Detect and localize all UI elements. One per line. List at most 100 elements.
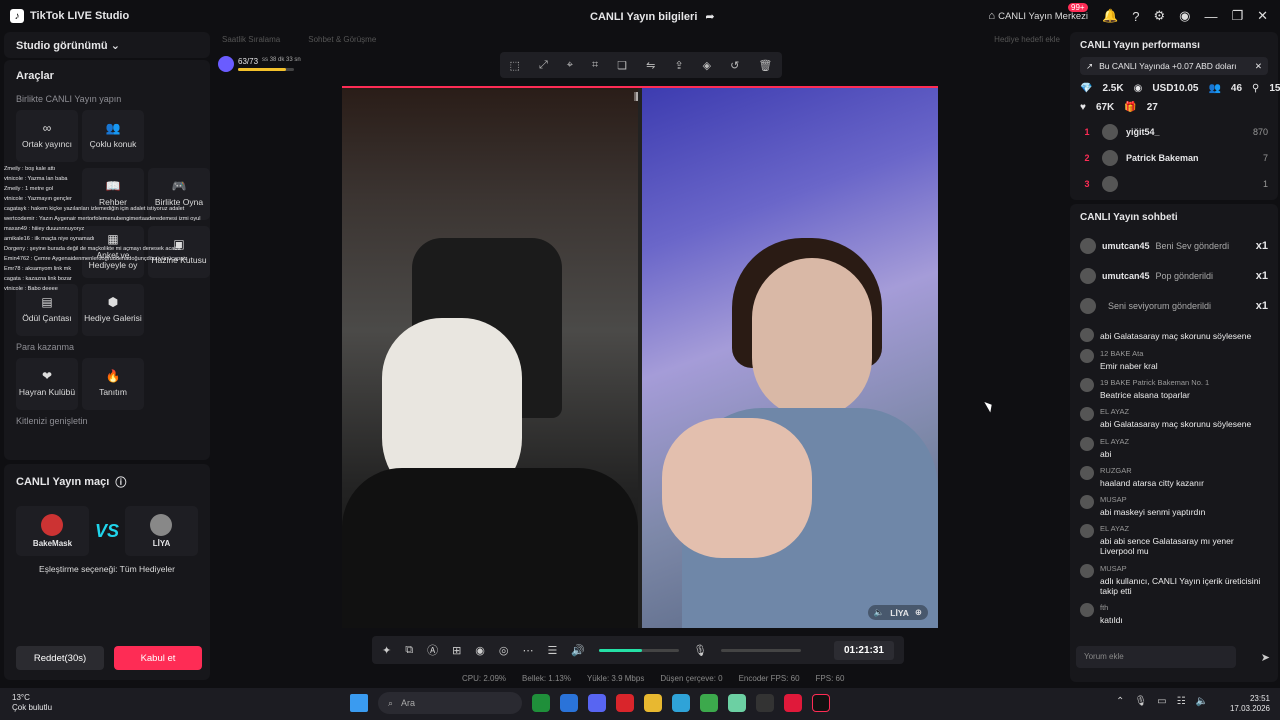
stat-diamonds: 2.5K: [1102, 83, 1124, 94]
select-icon[interactable]: ⬚: [510, 59, 520, 72]
rank-score: 870: [1252, 127, 1268, 137]
chrome-icon[interactable]: [700, 694, 718, 712]
microphone-icon[interactable]: 🎙: [1134, 696, 1147, 707]
message-list: abi Galatasaray maç skorunu söylesene 12…: [1080, 328, 1268, 625]
audio-mixer-icon[interactable]: ☰: [548, 644, 558, 657]
mic-slider[interactable]: [721, 648, 802, 652]
chat-overlay-line: Zmeily : 1 metre gol: [4, 186, 54, 192]
microphone-icon[interactable]: 🎙: [693, 644, 707, 657]
notification-bell-icon[interactable]: 🔔: [1102, 8, 1118, 24]
youtube-icon[interactable]: [784, 694, 802, 712]
speaker-icon: 🔈: [873, 607, 885, 617]
stage-tabs: Saatlik Sıralama Sohbet & Görüşme: [222, 35, 376, 44]
help-icon[interactable]: ?: [1132, 9, 1139, 24]
file-explorer-icon[interactable]: [644, 694, 662, 712]
tab-chat-call[interactable]: Sohbet & Görüşme: [308, 35, 376, 44]
ranking-row[interactable]: 2 Patrick Bakeman 7: [1080, 145, 1268, 171]
add-gift-goal-button[interactable]: Hediye hedefi ekle: [994, 35, 1060, 44]
search-label: Ara: [401, 698, 416, 708]
clock[interactable]: 23:51 17.03.2026: [1230, 694, 1270, 714]
tool-fan-club[interactable]: ❤ Hayran Kulübü: [16, 358, 78, 410]
chat-overlay-line: vtnicole : Yazmayın gençler: [4, 196, 72, 202]
delete-icon[interactable]: 🗑: [758, 59, 772, 72]
live-info-label: CANLI Yayın bilgileri: [590, 10, 698, 23]
maximize-icon[interactable]: ❐: [1231, 8, 1243, 24]
resize-icon[interactable]: ⤢: [539, 59, 548, 72]
discord-icon[interactable]: [588, 694, 606, 712]
bring-front-icon[interactable]: ⇪: [674, 59, 683, 72]
ranking-row[interactable]: 3 1: [1080, 171, 1268, 197]
taskbar-search[interactable]: ⌕ Ara: [378, 692, 522, 714]
speaker-icon[interactable]: 🔈: [1196, 696, 1208, 707]
message-text: abi Galatasaray maç skorunu söylesene: [1100, 419, 1252, 430]
tool-multi-guest[interactable]: 👥 Çoklu konuk: [82, 110, 144, 162]
chevron-down-icon: ⌄: [110, 40, 120, 52]
send-icon[interactable]: ➤: [1261, 651, 1270, 664]
magic-wand-icon[interactable]: ✦: [382, 644, 391, 657]
tool-cohost[interactable]: ∞ Ortak yayıncı: [16, 110, 78, 162]
flip-icon[interactable]: ⇋: [646, 59, 655, 72]
avatar: [1080, 238, 1096, 254]
stream-controls: ✦ ⧉ Ⓐ ⊞ ◉ ◎ ⋯ ☰ 🔊 🎙 01:21:31: [372, 636, 904, 664]
live-info-button[interactable]: CANLI Yayın bilgileri ➦: [590, 10, 715, 24]
opera-icon[interactable]: [616, 694, 634, 712]
tiktok-studio-icon[interactable]: [812, 694, 830, 712]
mail-icon[interactable]: [672, 694, 690, 712]
undo-icon[interactable]: ↺: [730, 59, 739, 72]
guest-name-tag[interactable]: 🔈 LİYA ⊕: [867, 605, 928, 620]
ranking-row[interactable]: 1 yiğit54_ 870: [1080, 119, 1268, 145]
stat-likes: 67K: [1095, 102, 1115, 113]
edge-icon[interactable]: [560, 694, 578, 712]
chat-message: EL AYAZ abi: [1080, 436, 1268, 459]
settings-gear-icon[interactable]: ⚙: [1153, 8, 1165, 24]
search-icon: ⌕: [388, 697, 394, 708]
tool-promote[interactable]: 🔥 Tanıtım: [82, 358, 144, 410]
center-icon[interactable]: ⌖: [567, 59, 573, 72]
accept-button[interactable]: Kabul et: [114, 646, 202, 670]
vs-label: VS: [94, 520, 119, 541]
app-icon[interactable]: [728, 694, 746, 712]
message-nick: MUSAP: [1100, 563, 1127, 573]
wifi-icon[interactable]: ☷: [1177, 696, 1186, 707]
add-source-icon[interactable]: ⊞: [452, 644, 461, 657]
chevron-up-icon[interactable]: ⌃: [1116, 696, 1124, 707]
reject-button[interactable]: Reddet(30s): [16, 646, 104, 670]
studio-view-dropdown[interactable]: Studio görünümü ⌄: [4, 32, 210, 58]
more-icon[interactable]: ⋯: [523, 644, 534, 657]
video-preview[interactable]: 🔈 LİYA ⊕ ⫼: [342, 86, 938, 628]
info-icon[interactable]: ⓘ: [115, 474, 126, 490]
player-card: BakeMask: [16, 506, 89, 556]
duplicate-icon[interactable]: ❏: [617, 59, 627, 72]
close-icon[interactable]: ✕: [1257, 8, 1268, 24]
rank-name: Patrick Bakeman: [1126, 153, 1199, 163]
crop-icon[interactable]: ⌗: [592, 59, 598, 72]
windows-start-icon[interactable]: [350, 694, 368, 712]
avatar: [1102, 150, 1118, 166]
guest-camera: 🔈 LİYA ⊕: [642, 88, 938, 628]
perf-note-text: Bu CANLI Yayında +0.07 ABD doları: [1099, 61, 1237, 71]
chat-message: fth katıldı: [1080, 602, 1268, 625]
weather-widget[interactable]: 13°C Çok bulutlu: [12, 693, 52, 713]
split-layout-icon[interactable]: ⫼: [634, 92, 639, 103]
steam-icon[interactable]: [756, 694, 774, 712]
message-nick: EL AYAZ: [1100, 524, 1130, 534]
ai-icon[interactable]: Ⓐ: [427, 642, 438, 658]
camera-icon[interactable]: ◎: [499, 644, 509, 657]
record-icon[interactable]: ◉: [475, 644, 485, 657]
title-bar: ♪ TikTok LIVE Studio CANLI Yayın bilgile…: [0, 0, 1280, 32]
goal-count: 63/73: [238, 57, 259, 66]
volume-slider[interactable]: [599, 648, 680, 652]
volume-icon[interactable]: 🔊: [571, 644, 585, 657]
close-icon[interactable]: ✕: [1255, 61, 1262, 72]
tab-hourly-ranking[interactable]: Saatlik Sıralama: [222, 35, 280, 44]
display-icon[interactable]: ▭: [1157, 696, 1166, 707]
flame-icon: 🔥: [105, 369, 121, 384]
gift-goal[interactable]: 63/73 ss 38 dk 33 sn: [218, 56, 301, 72]
chrome-icon[interactable]: [532, 694, 550, 712]
comment-input[interactable]: Yorum ekle: [1076, 646, 1236, 668]
gift-row: umutcan45 Beni Sev gönderdi x1: [1080, 231, 1268, 261]
layers-icon[interactable]: ◈: [703, 59, 711, 72]
screen-add-icon[interactable]: ⧉: [405, 644, 413, 657]
minimize-icon[interactable]: —: [1204, 9, 1217, 24]
profile-avatar[interactable]: ◉: [1179, 8, 1190, 24]
